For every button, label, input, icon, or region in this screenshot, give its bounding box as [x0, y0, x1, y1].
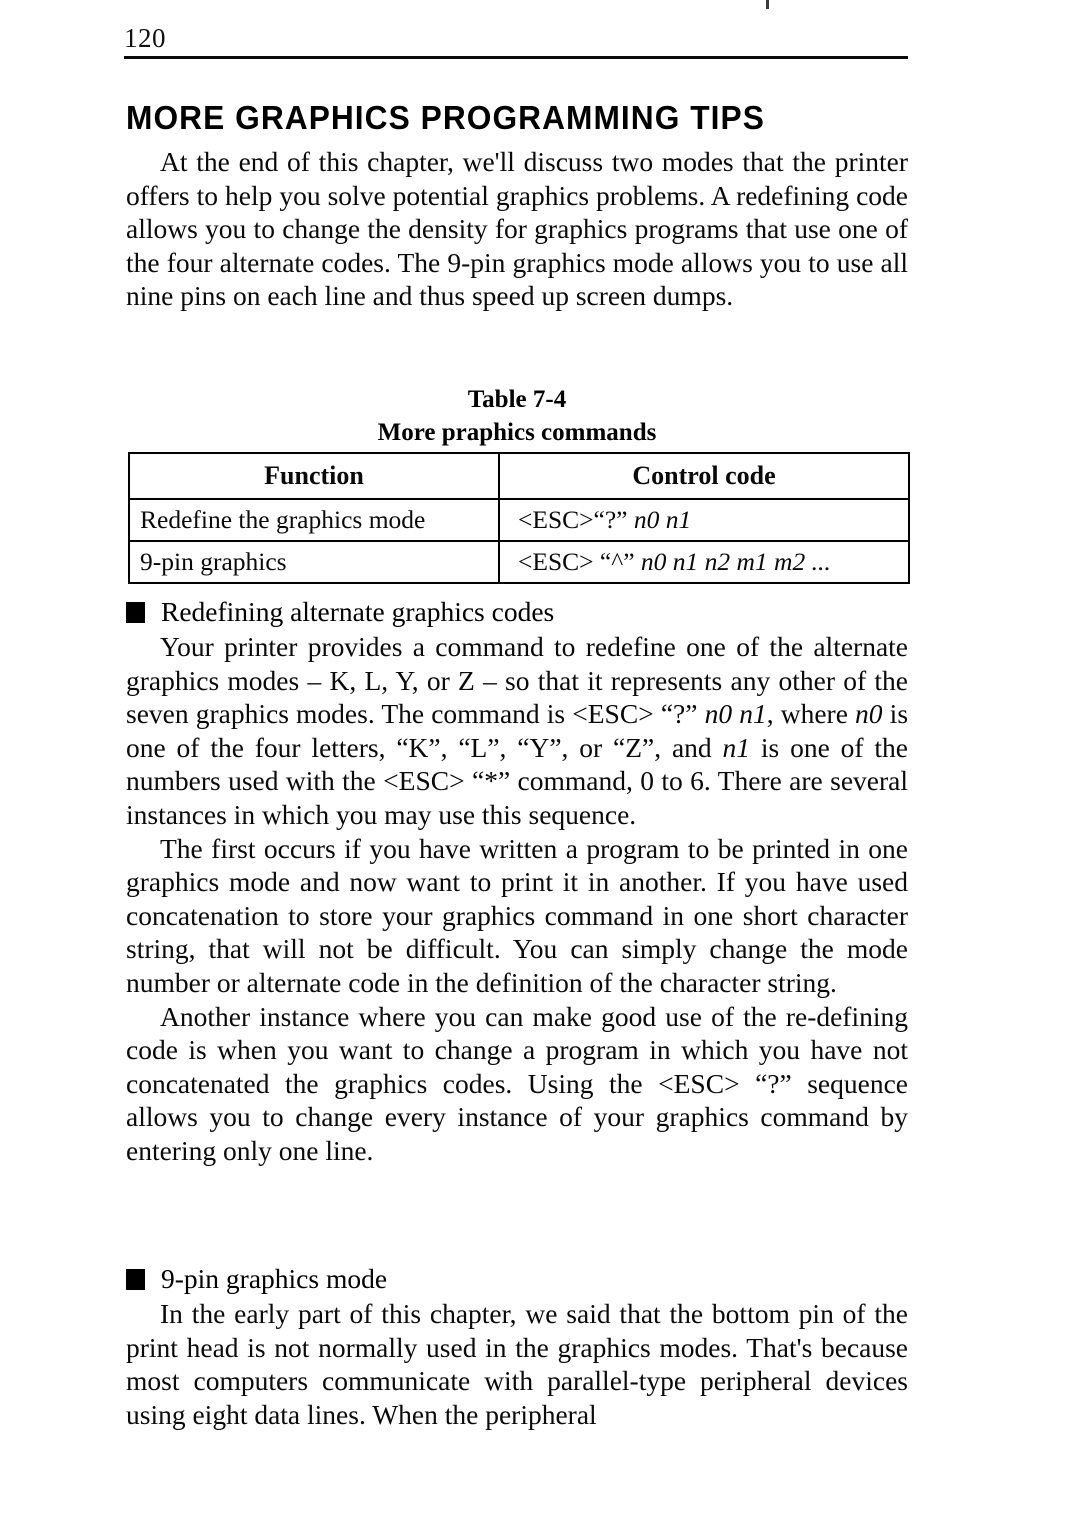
table-number: Table 7-4: [467, 386, 567, 413]
section-heading-redefining-alternate-graphics-codes: Redefining alternate graphics codes: [126, 595, 908, 629]
intro-paragraph-block: At the end of this chapter, we'll discus…: [126, 145, 908, 313]
para-1-part-b: , where: [766, 698, 856, 730]
section-heading-label: 9-pin graphics mode: [161, 1263, 388, 1294]
esc-sequence: <ESC> “^”: [518, 547, 635, 576]
esc-sequence: <ESC>“?”: [518, 505, 628, 534]
page-title: MORE GRAPHICS PROGRAMMING TIPS: [126, 99, 765, 137]
column-header-control-code: Control code: [498, 452, 910, 500]
intro-paragraph: At the end of this chapter, we'll discus…: [126, 146, 908, 312]
document-page: 120 MORE GRAPHICS PROGRAMMING TIPS At th…: [0, 0, 1080, 1533]
section-1-paragraph-1: Your printer provides a command to redef…: [126, 630, 908, 832]
section-2-paragraph-1: In the early part of this chapter, we sa…: [126, 1298, 908, 1430]
table-caption: More praphics commands: [377, 419, 657, 446]
section-heading-label: Redefining alternate graphics codes: [161, 596, 555, 627]
column-header-function: Function: [128, 452, 500, 500]
commands-table: Function Control code Redefine the graph…: [128, 452, 910, 584]
cell-control-code: <ESC>“?” n0 n1: [498, 498, 910, 542]
cell-control-code: <ESC> “^” n0 n1 n2 m1 m2 ...: [498, 540, 910, 584]
scan-artifact-mark: [766, 0, 769, 9]
cell-function: Redefine the graphics mode: [128, 498, 500, 542]
table-row: Redefine the graphics mode <ESC>“?” n0 n…: [128, 498, 910, 542]
table-header-row: Function Control code: [128, 452, 910, 500]
section-1-paragraph-3: Another instance where you can make good…: [126, 1000, 908, 1168]
section-2-body: In the early part of this chapter, we sa…: [126, 1297, 908, 1431]
esc-sequence: <ESC> “?”: [658, 1067, 792, 1099]
section-heading-9-pin-graphics-mode: 9-pin graphics mode: [126, 1262, 908, 1296]
code-parameters: n0 n1: [704, 698, 767, 730]
table-row: 9-pin graphics <ESC> “^” n0 n1 n2 m1 m2 …: [128, 540, 910, 584]
code-parameters: n0: [855, 698, 883, 730]
code-parameters: n0 n1: [633, 505, 692, 534]
square-bullet-icon: [126, 1268, 145, 1290]
page-number: 120: [124, 23, 166, 53]
code-parameters: n1: [722, 731, 751, 763]
header-rule: [124, 56, 908, 59]
square-bullet-icon: [126, 601, 145, 623]
esc-sequence: <ESC> “*”: [383, 765, 511, 797]
section-1-body: Your printer provides a command to redef…: [126, 630, 908, 1168]
code-parameters: n0 n1 n2 m1 m2 ...: [640, 547, 831, 576]
cell-function: 9-pin graphics: [128, 540, 500, 584]
esc-sequence: <ESC> “?”: [572, 698, 698, 730]
section-1-paragraph-2: The first occurs if you have written a p…: [126, 832, 908, 998]
